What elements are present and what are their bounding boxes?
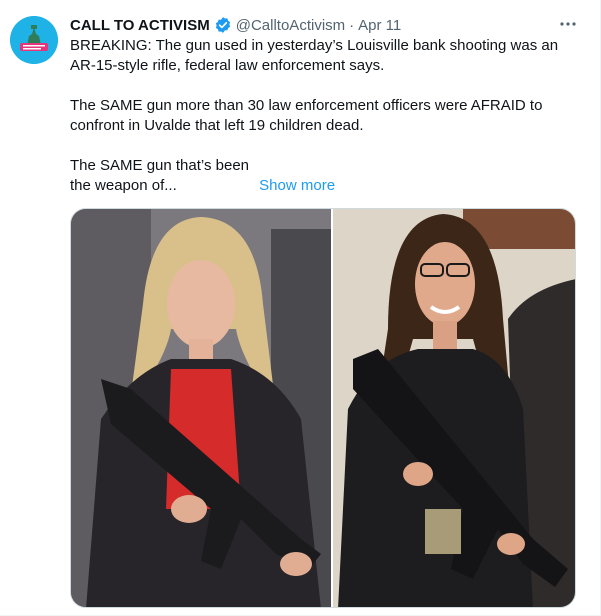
tweet-paragraph: The SAME gun that’s been the weapon of..… (70, 156, 585, 196)
photo-right[interactable] (332, 209, 575, 607)
media-grid[interactable] (70, 208, 576, 608)
tweet-paragraph-text: The SAME gun that’s been the weapon of..… (70, 157, 250, 194)
tweet-date[interactable]: Apr 11 (358, 17, 401, 34)
tweet-paragraph: The SAME gun more than 30 law enforcemen… (70, 97, 543, 134)
verified-badge-icon (214, 16, 232, 34)
woman-with-rifle-image (71, 209, 331, 607)
call-to-activism-logo-icon (10, 16, 58, 64)
ellipsis-icon (560, 22, 576, 26)
author-handle[interactable]: @CalltoActivism (236, 17, 345, 34)
separator-dot: · (349, 16, 355, 34)
more-options-button[interactable] (556, 12, 580, 36)
avatar[interactable] (10, 16, 58, 64)
tweet-paragraph: BREAKING: The gun used in yesterday’s Lo… (70, 37, 559, 74)
tweet-text: BREAKING: The gun used in yesterday’s Lo… (70, 36, 585, 196)
show-more-link[interactable]: Show more (259, 177, 335, 194)
photo-left[interactable] (71, 209, 331, 607)
tweet-header: CALL TO ACTIVISM @CalltoActivism · Apr 1… (70, 14, 590, 36)
author-name[interactable]: CALL TO ACTIVISM (70, 17, 210, 34)
woman-with-rifle-image (332, 209, 575, 607)
tweet-card[interactable]: CALL TO ACTIVISM @CalltoActivism · Apr 1… (0, 0, 601, 616)
